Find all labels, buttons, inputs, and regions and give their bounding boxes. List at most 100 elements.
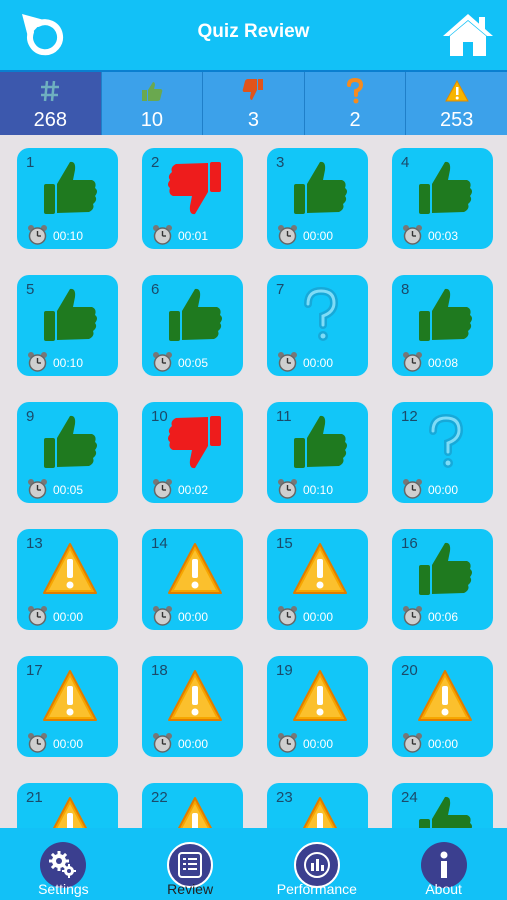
tab-review[interactable]: Review xyxy=(127,828,254,900)
alarm-clock-icon xyxy=(402,605,423,626)
alarm-clock-icon xyxy=(402,351,423,372)
question-time: 00:08 xyxy=(428,356,459,370)
alarm-clock-icon xyxy=(27,224,48,245)
alarm-clock-icon xyxy=(277,478,298,499)
question-tile[interactable]: 14 00:00 xyxy=(142,529,243,630)
warning-icon xyxy=(166,539,224,599)
alarm-clock-icon xyxy=(277,732,298,753)
thumbs-up-icon xyxy=(416,539,474,599)
home-button[interactable] xyxy=(441,12,495,58)
question-number: 5 xyxy=(26,281,35,298)
warning-icon xyxy=(41,793,99,828)
thumbs-down-icon xyxy=(243,79,264,100)
alarm-clock-icon xyxy=(402,224,423,245)
question-number: 3 xyxy=(276,154,285,171)
home-icon xyxy=(443,14,493,56)
question-tile[interactable]: 10 00:02 xyxy=(142,402,243,503)
alarm-clock-icon xyxy=(277,224,298,245)
warning-icon xyxy=(444,80,469,102)
question-tile[interactable]: 9 00:05 xyxy=(17,402,118,503)
stat-total-value: 268 xyxy=(33,109,67,131)
warning-icon xyxy=(41,666,99,726)
question-time: 00:03 xyxy=(428,229,459,243)
question-number: 1 xyxy=(26,154,35,171)
gears-icon xyxy=(49,851,77,878)
question-number: 4 xyxy=(401,154,410,171)
stat-wrong[interactable]: 3 xyxy=(202,72,304,135)
alarm-clock-icon xyxy=(152,478,173,499)
question-time: 00:00 xyxy=(303,610,334,624)
question-tile[interactable]: 16 00:06 xyxy=(392,529,493,630)
question-number: 8 xyxy=(401,281,410,298)
stat-total[interactable]: 268 xyxy=(0,72,101,135)
question-time: 00:05 xyxy=(53,483,84,497)
alarm-clock-icon xyxy=(152,605,173,626)
thumbs-up-icon xyxy=(416,158,474,218)
question-tile[interactable]: 3 00:00 xyxy=(267,148,368,249)
alarm-clock-icon xyxy=(27,732,48,753)
tab-review-label: Review xyxy=(167,881,214,897)
alarm-clock-icon xyxy=(27,605,48,626)
alarm-clock-icon xyxy=(402,478,423,499)
stat-unsure[interactable]: 2 xyxy=(303,72,406,135)
stat-unanswered[interactable]: 253 xyxy=(405,72,507,135)
question-tile[interactable]: 5 00:10 xyxy=(17,275,118,376)
question-tile[interactable]: 6 00:05 xyxy=(142,275,243,376)
question-time: 00:10 xyxy=(53,356,84,370)
stat-unsure-value: 2 xyxy=(349,109,361,131)
question-tile[interactable]: 12 00:00 xyxy=(392,402,493,503)
warning-icon xyxy=(166,666,224,726)
question-tile[interactable]: 1 00:10 xyxy=(17,148,118,249)
question-time: 00:05 xyxy=(178,356,209,370)
thumbs-up-icon xyxy=(141,82,163,101)
thumbs-down-icon xyxy=(166,412,224,472)
alarm-clock-icon xyxy=(27,478,48,499)
question-tile[interactable]: 7 00:00 xyxy=(267,275,368,376)
question-icon xyxy=(416,412,474,472)
alarm-clock-icon xyxy=(277,351,298,372)
warning-icon xyxy=(41,539,99,599)
tab-settings[interactable]: Settings xyxy=(0,828,127,900)
header-bar: Quiz Review xyxy=(0,0,507,70)
question-time: 00:00 xyxy=(428,483,459,497)
question-time: 00:00 xyxy=(303,737,334,751)
warning-icon xyxy=(291,539,349,599)
question-tile[interactable]: 2 00:01 xyxy=(142,148,243,249)
hash-icon xyxy=(41,80,60,102)
question-tile[interactable]: 21 xyxy=(17,783,118,828)
question-tile[interactable]: 24 xyxy=(392,783,493,828)
question-tile[interactable]: 19 00:00 xyxy=(267,656,368,757)
stat-correct[interactable]: 10 xyxy=(100,72,203,135)
question-time: 00:00 xyxy=(303,229,334,243)
stat-wrong-value: 3 xyxy=(247,109,260,131)
question-time: 00:00 xyxy=(53,610,84,624)
question-tile[interactable]: 22 xyxy=(142,783,243,828)
question-number: 2 xyxy=(151,154,160,171)
tab-about-label: About xyxy=(425,881,462,897)
question-tile[interactable]: 8 00:08 xyxy=(392,275,493,376)
question-tile[interactable]: 15 00:00 xyxy=(267,529,368,630)
warning-icon xyxy=(291,666,349,726)
question-tile[interactable]: 18 00:00 xyxy=(142,656,243,757)
question-time: 00:06 xyxy=(428,610,459,624)
question-time: 00:02 xyxy=(178,483,209,497)
thumbs-up-icon xyxy=(41,412,99,472)
question-time: 00:00 xyxy=(178,737,209,751)
alarm-clock-icon xyxy=(152,351,173,372)
question-tile[interactable]: 4 00:03 xyxy=(392,148,493,249)
thumbs-up-icon xyxy=(41,158,99,218)
tab-performance-label: Performance xyxy=(276,881,357,897)
question-tile[interactable]: 23 xyxy=(267,783,368,828)
question-tile[interactable]: 13 00:00 xyxy=(17,529,118,630)
thumbs-up-icon xyxy=(166,285,224,345)
warning-icon xyxy=(291,793,349,828)
question-tile[interactable]: 20 00:00 xyxy=(392,656,493,757)
bar-chart-icon xyxy=(303,852,330,878)
question-time: 00:00 xyxy=(303,356,334,370)
question-time: 00:10 xyxy=(303,483,334,497)
question-tile[interactable]: 17 00:00 xyxy=(17,656,118,757)
tab-performance[interactable]: Performance xyxy=(254,828,381,900)
question-tile[interactable]: 11 00:10 xyxy=(267,402,368,503)
tab-about[interactable]: About xyxy=(380,828,507,900)
thumbs-down-icon xyxy=(166,158,224,218)
